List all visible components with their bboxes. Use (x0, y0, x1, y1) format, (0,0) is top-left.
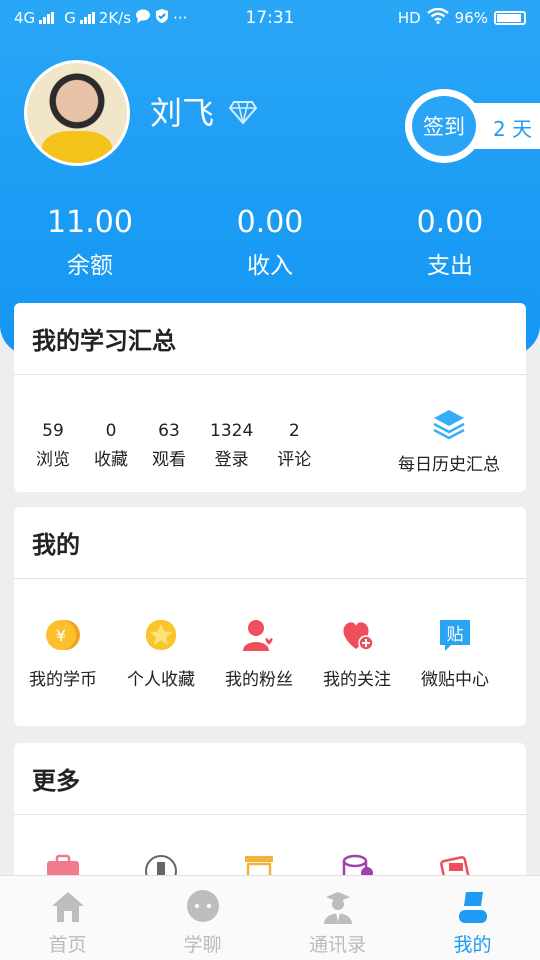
heart-plus-icon (343, 622, 374, 651)
stat-label: 支出 (427, 253, 473, 279)
wifi-icon (426, 7, 449, 28)
item-label: 我的学币 (29, 670, 97, 690)
mine-card: 我的 ¥ 我的学币 个人收藏 我的粉丝 我的关注 贴 微贴中心 (14, 507, 526, 726)
tab-contacts[interactable]: 通讯录 (270, 876, 405, 960)
card-title: 我的学习汇总 (14, 303, 526, 375)
signal-icon-2 (79, 12, 95, 24)
coin-icon: ¥ (46, 620, 80, 650)
post-icon: 贴 (440, 620, 470, 651)
favorites-item[interactable]: 个人收藏 (112, 617, 210, 690)
item-label: 我的粉丝 (225, 670, 293, 690)
count-value: 2 (288, 421, 300, 441)
tab-label: 我的 (453, 934, 492, 956)
learning-summary-card: 我的学习汇总 59 浏览 0 收藏 63 观看 1324 登录 2 评论 每日历… (14, 303, 526, 492)
stat-value: 0.00 (416, 205, 484, 240)
signin-days: 2 天 (493, 117, 533, 141)
person-icon (458, 892, 487, 923)
chat-icon (186, 890, 219, 922)
shield-icon (155, 8, 169, 28)
stat-label: 余额 (67, 253, 113, 279)
diamond-icon (228, 101, 258, 125)
card-title: 更多 (14, 743, 526, 815)
tab-label: 通讯录 (308, 934, 366, 956)
star-icon (146, 620, 176, 650)
stat-label: 收入 (247, 253, 293, 279)
svg-text:¥: ¥ (56, 626, 66, 645)
battery-icon (494, 11, 526, 25)
count-label: 浏览 (36, 450, 70, 470)
fans-item[interactable]: 我的粉丝 (210, 617, 308, 690)
count-comments[interactable]: 2 评论 (277, 421, 311, 470)
tab-label: 学聊 (183, 934, 222, 956)
my-coins-item[interactable]: ¥ 我的学币 (14, 617, 112, 690)
network-type: 4G (14, 9, 36, 27)
hd-indicator: HD (397, 9, 421, 27)
item-label: 个人收藏 (127, 670, 195, 690)
message-icon (135, 9, 151, 27)
signin-button[interactable]: 签到 (405, 89, 483, 163)
avatar[interactable] (24, 60, 130, 166)
post-center-item[interactable]: 贴 微贴中心 (406, 617, 504, 690)
stat-value: 0.00 (236, 205, 304, 240)
daily-history-button[interactable]: 每日历史汇总 (398, 408, 500, 475)
layers-icon (433, 410, 465, 440)
item-label: 我的关注 (323, 670, 391, 690)
following-item[interactable]: 我的关注 (308, 617, 406, 690)
stat-income[interactable]: 0.00 收入 (180, 205, 360, 280)
card-title: 我的 (14, 507, 526, 579)
count-label: 观看 (152, 450, 186, 470)
network-speed: 2K/s (98, 9, 132, 27)
tab-label: 首页 (48, 934, 87, 956)
stat-value: 11.00 (47, 205, 133, 240)
stat-balance[interactable]: 11.00 余额 (0, 205, 180, 280)
stat-expense[interactable]: 0.00 支出 (360, 205, 540, 280)
home-icon (51, 892, 84, 922)
network-type-2: G (64, 9, 76, 27)
signin-widget[interactable]: 2 天 签到 (405, 89, 540, 163)
count-favorites[interactable]: 0 收藏 (94, 421, 128, 470)
tab-home[interactable]: 首页 (0, 876, 135, 960)
tab-chat[interactable]: 学聊 (135, 876, 270, 960)
item-label: 微贴中心 (421, 670, 489, 690)
count-value: 0 (105, 421, 117, 441)
count-watch[interactable]: 63 观看 (152, 421, 186, 470)
count-label: 收藏 (94, 450, 128, 470)
profile-header-background (0, 0, 540, 355)
count-login[interactable]: 1324 登录 (210, 421, 253, 470)
count-value: 63 (158, 421, 180, 441)
contacts-icon (323, 892, 352, 924)
wallet-stats: 11.00 余额 0.00 收入 0.00 支出 (0, 205, 540, 280)
username: 刘飞 (150, 94, 215, 132)
signal-icon (39, 12, 55, 24)
battery-percent: 96% (454, 9, 488, 27)
bottom-tab-bar: 首页 学聊 通讯录 我的 (0, 875, 540, 960)
count-value: 59 (42, 421, 64, 441)
count-label: 评论 (277, 450, 312, 470)
tab-mine[interactable]: 我的 (405, 876, 540, 960)
history-label: 每日历史汇总 (398, 455, 500, 475)
fans-icon (243, 620, 275, 651)
svg-text:贴: 贴 (447, 625, 464, 645)
signin-label: 签到 (412, 96, 476, 156)
count-label: 登录 (214, 450, 249, 470)
count-browse[interactable]: 59 浏览 (36, 421, 70, 470)
more-indicator: ··· (173, 9, 188, 27)
status-bar: 4G G 2K/s ··· 17:31 HD 96% (0, 0, 540, 36)
count-value: 1324 (210, 421, 254, 441)
